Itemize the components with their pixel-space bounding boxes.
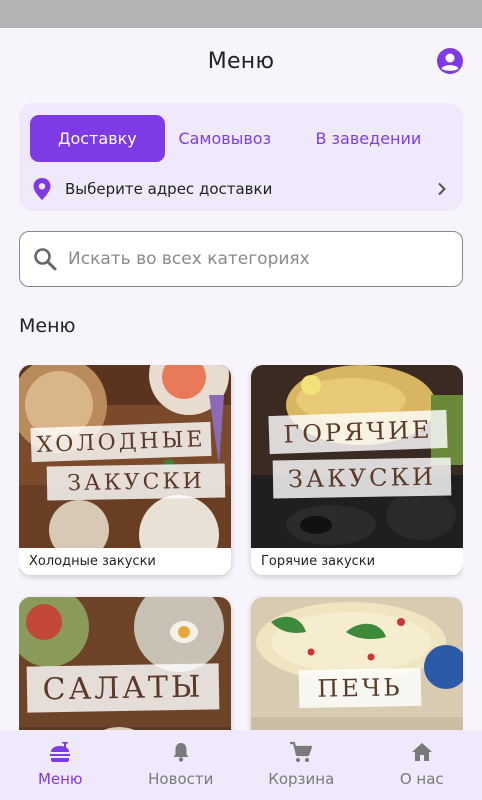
nav-item-cart[interactable]: Корзина — [241, 730, 362, 800]
account-circle-icon[interactable] — [436, 47, 464, 75]
banner-line: ЗАКУСКИ — [287, 462, 437, 494]
food-icon — [50, 742, 71, 762]
search-input[interactable] — [68, 239, 462, 279]
category-card-salads[interactable]: САЛАТЫ — [19, 597, 231, 730]
order-type-tabs: Доставку Самовывоз В заведении — [30, 115, 452, 162]
banner-line: ПЕЧЬ — [317, 673, 403, 703]
cart-icon — [290, 741, 313, 762]
category-image: ХОЛОДНЫЕ ЗАКУСКИ — [19, 365, 231, 548]
banner-line: ЗАКУСКИ — [67, 468, 205, 496]
address-label: Выберите адрес доставки — [65, 180, 273, 198]
category-banner: САЛАТЫ — [26, 663, 220, 713]
category-banner: ЗАКУСКИ — [46, 463, 226, 501]
bell-icon — [173, 743, 189, 762]
status-bar — [0, 0, 482, 28]
banner-line: ГОРЯЧИЕ — [282, 415, 433, 449]
nav-label: Новости — [148, 770, 214, 788]
address-selector[interactable]: Выберите адрес доставки — [33, 175, 449, 203]
top-app-bar: Меню — [0, 28, 482, 94]
category-caption: Горячие закуски — [251, 548, 463, 575]
chevron-right-icon — [438, 182, 446, 196]
category-banner: ЗАКУСКИ — [272, 457, 452, 499]
category-caption: Холодные закуски — [19, 548, 231, 575]
category-banner: ГОРЯЧИЕ — [268, 409, 448, 455]
tab-pickup[interactable]: Самовывоз — [165, 115, 285, 162]
nav-item-news[interactable]: Новости — [121, 730, 242, 800]
location-pin-icon — [33, 178, 51, 200]
nav-label: О нас — [399, 770, 444, 788]
category-image: САЛАТЫ — [19, 597, 231, 730]
banner-line: САЛАТЫ — [42, 669, 204, 707]
category-card-oven[interactable]: ПЕЧЬ — [251, 597, 463, 730]
tab-delivery[interactable]: Доставку — [30, 115, 165, 162]
category-banner: ХОЛОДНЫЕ — [30, 421, 212, 463]
category-card-cold-appetizers[interactable]: ХОЛОДНЫЕ ЗАКУСКИ Холодные закуски — [19, 365, 231, 575]
category-banner: ПЕЧЬ — [298, 667, 422, 709]
category-grid: ХОЛОДНЫЕ ЗАКУСКИ Холодные закуски ГОРЯЧИ… — [19, 365, 463, 730]
home-icon — [411, 743, 432, 761]
nav-item-menu[interactable]: Меню — [0, 730, 121, 800]
search-icon — [34, 248, 57, 271]
nav-item-about[interactable]: О нас — [362, 730, 482, 800]
category-image: ПЕЧЬ — [251, 597, 463, 730]
bottom-navigation: Меню Новости Корзина О нас — [0, 730, 482, 800]
search-field[interactable] — [19, 231, 463, 287]
category-image: ГОРЯЧИЕ ЗАКУСКИ — [251, 365, 463, 548]
tab-dine-in[interactable]: В заведении — [285, 115, 452, 162]
nav-label: Меню — [37, 770, 83, 788]
delivery-options-card: Доставку Самовывоз В заведении Выберите … — [19, 103, 463, 211]
category-card-hot-appetizers[interactable]: ГОРЯЧИЕ ЗАКУСКИ Горячие закуски — [251, 365, 463, 575]
section-title: Меню — [19, 315, 76, 337]
banner-line: ХОЛОДНЫЕ — [36, 426, 206, 458]
page-title: Меню — [207, 48, 275, 74]
nav-label: Корзина — [268, 770, 335, 788]
